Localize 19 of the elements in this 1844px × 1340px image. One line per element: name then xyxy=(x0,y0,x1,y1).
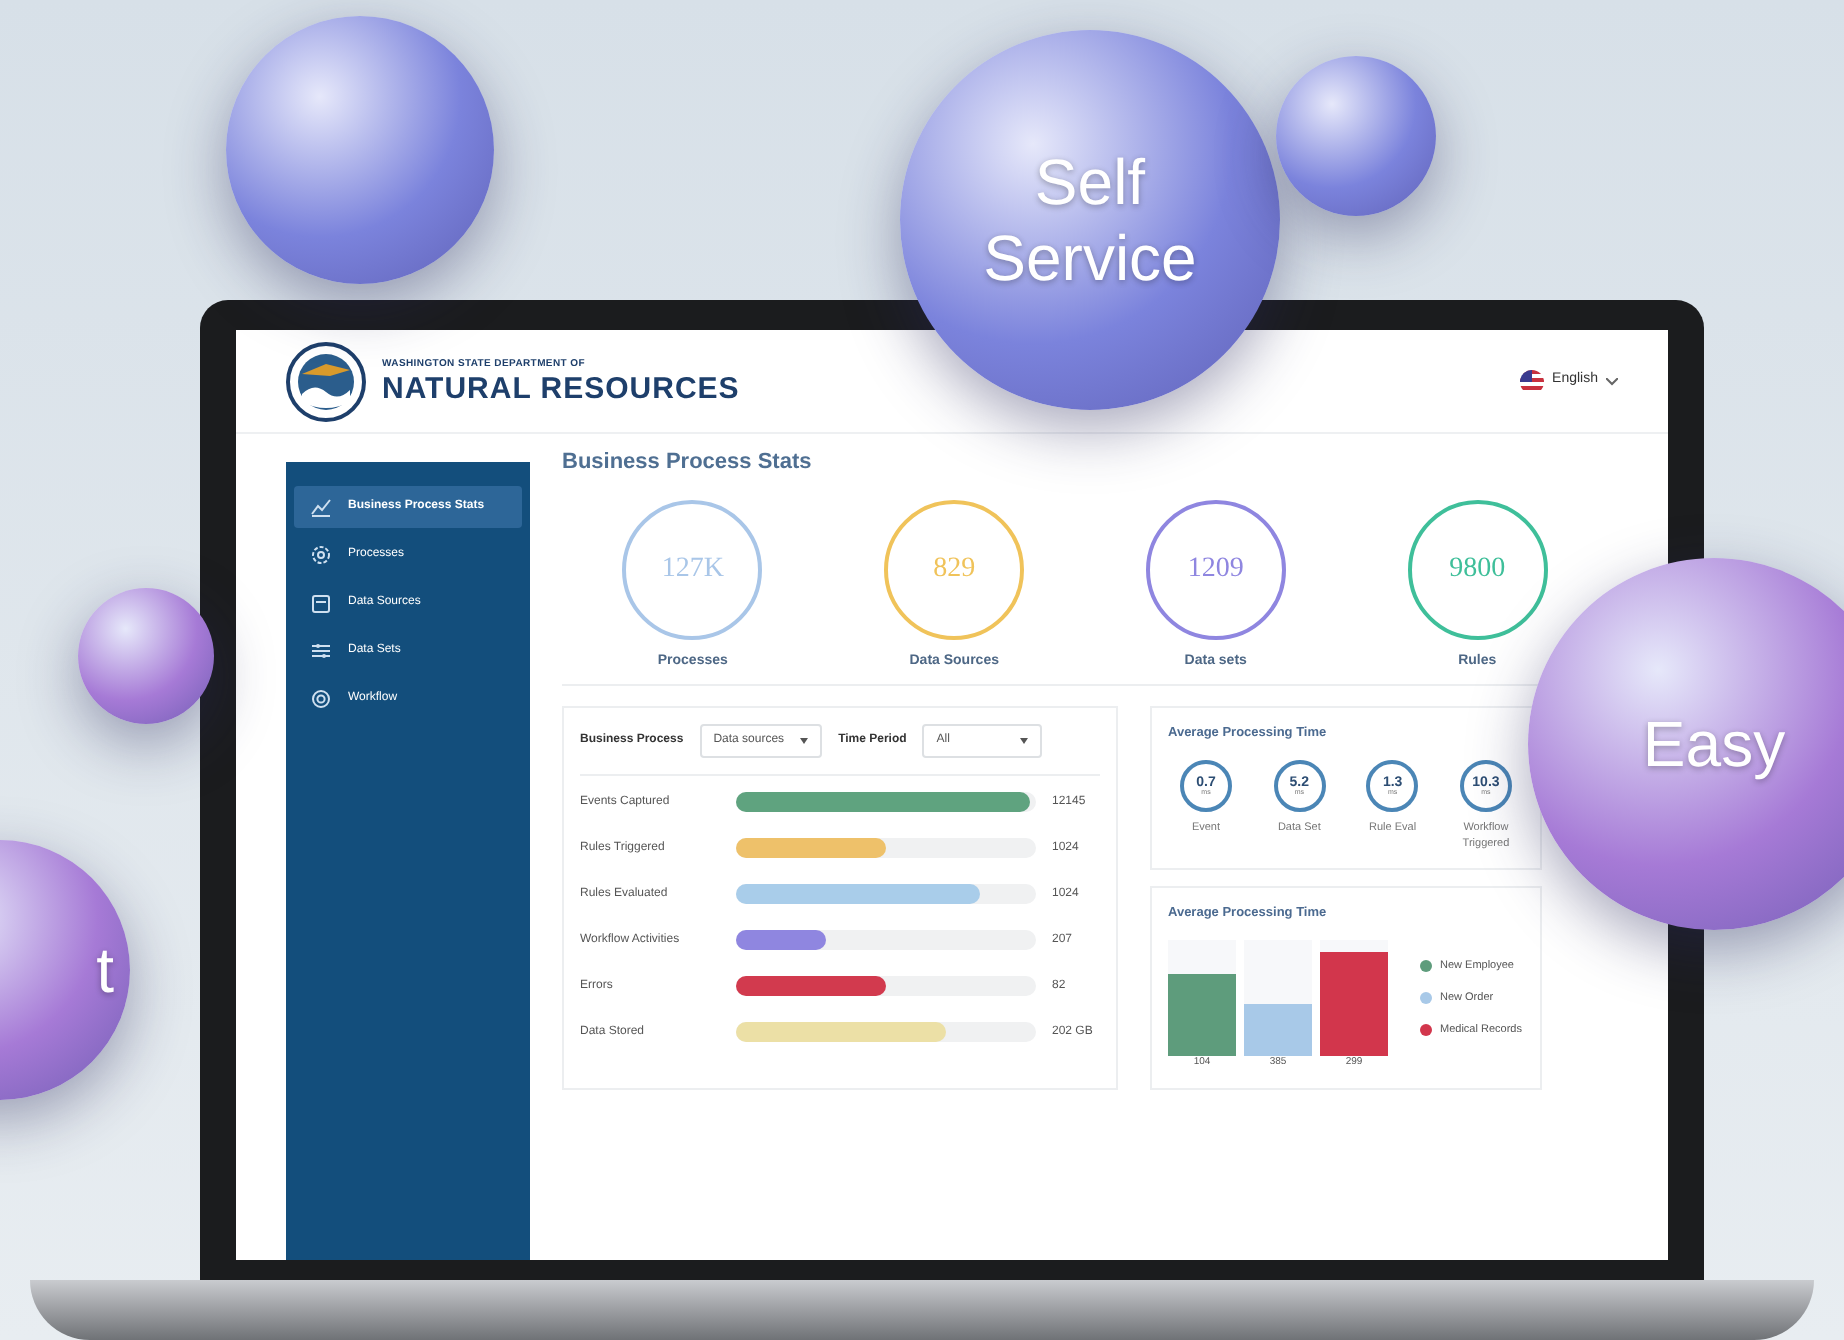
gear-icon xyxy=(310,544,332,566)
stat-ring: 9800 xyxy=(1407,499,1548,639)
flag-icon xyxy=(1520,369,1545,393)
caret-icon xyxy=(800,738,809,744)
sphere-label: Self Service xyxy=(981,143,1199,297)
caret-icon xyxy=(1020,738,1029,744)
cog-icon xyxy=(310,688,332,710)
stat-ring: 1209 xyxy=(1145,499,1286,639)
stat-ring: 829 xyxy=(884,499,1025,639)
circular-seal-icon xyxy=(286,341,366,421)
section-title: Business Process Stats xyxy=(562,448,814,478)
org-name: NATURAL RESOURCES xyxy=(382,373,740,404)
stat-ring: 127K xyxy=(622,499,763,639)
sphere-label: Easy xyxy=(1642,705,1786,783)
line-chart-icon xyxy=(310,496,332,518)
folder-icon xyxy=(310,592,332,614)
sphere-label: t xyxy=(96,931,116,1009)
caret-icon xyxy=(1606,377,1618,385)
sliders-icon xyxy=(310,640,332,662)
